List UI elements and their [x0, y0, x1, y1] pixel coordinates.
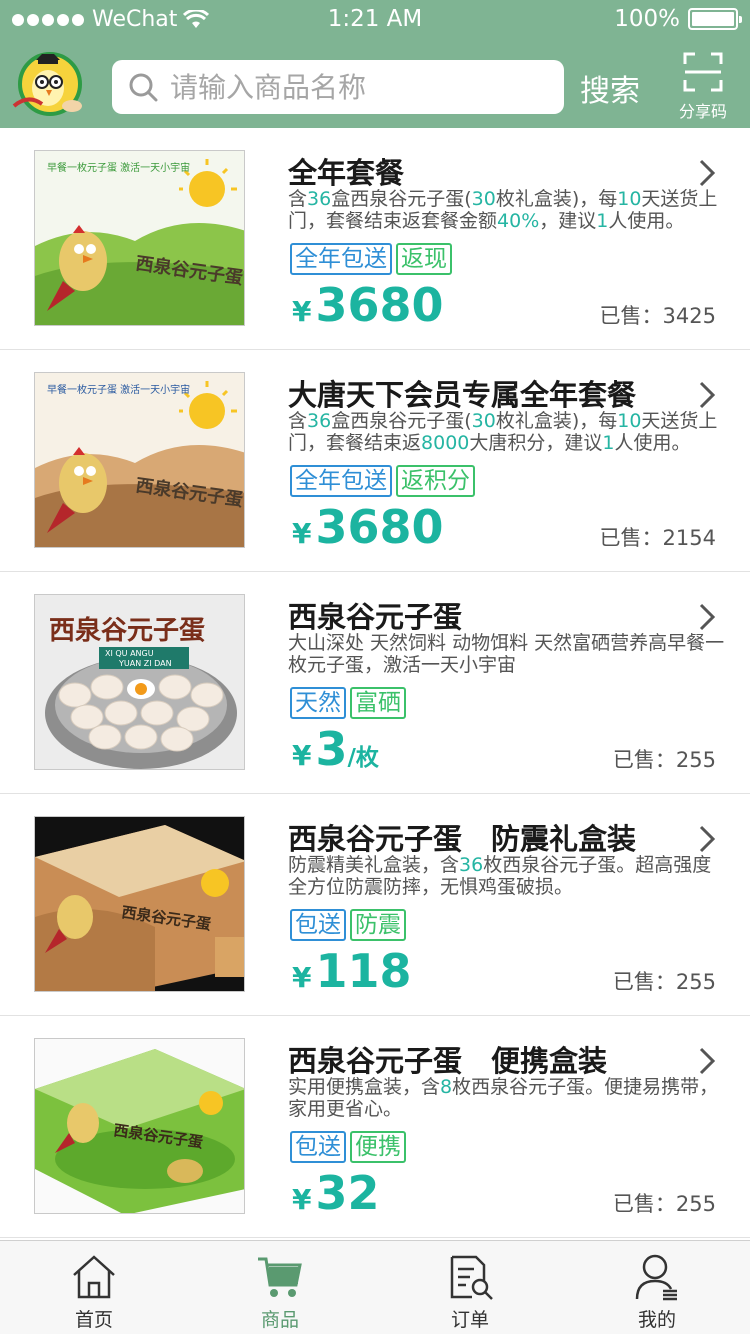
product-tags: 包送 防震	[290, 909, 406, 941]
product-tags: 全年包送 返现	[290, 243, 452, 275]
scan-icon	[683, 52, 723, 92]
package-pinyin-text: YUAN ZI DAN	[118, 659, 172, 668]
sold-count: 已售：3425	[599, 304, 716, 328]
product-tags: 包送 便携	[290, 1131, 406, 1163]
battery-indicator: 100%	[614, 6, 742, 32]
egg-package-image: 西泉谷元子蛋 早餐一枚元子蛋 激活一天小宇宙	[35, 151, 244, 325]
tag-badge: 富硒	[350, 687, 406, 719]
tag-badge: 便携	[350, 1131, 406, 1163]
chevron-right-icon[interactable]	[697, 158, 717, 188]
product-title[interactable]: 全年套餐	[288, 150, 404, 192]
tag-badge: 全年包送	[290, 465, 392, 497]
package-brand-text: 西泉谷元子蛋	[49, 615, 205, 646]
tab-label: 订单	[450, 1309, 489, 1331]
product-price: ¥3/枚	[292, 722, 379, 776]
list-item[interactable]: 西泉谷元子蛋 早餐一枚元子蛋 激活一天小宇宙 大唐天下会员专属全年套餐 含36盒…	[0, 350, 750, 572]
search-bar[interactable]	[112, 60, 564, 114]
product-price: ¥118	[292, 944, 412, 998]
list-item[interactable]: 西泉谷元子蛋 西泉谷元子蛋 防震礼盒装 防震精美礼盒装，含36枚西泉谷元子蛋。超…	[0, 794, 750, 1016]
product-thumbnail[interactable]: 西泉谷元子蛋	[34, 816, 245, 992]
tag-badge: 返积分	[396, 465, 475, 497]
list-item[interactable]: 西泉谷元子蛋 早餐一枚元子蛋 激活一天小宇宙 全年套餐 含36盒西泉谷元子蛋(3…	[0, 128, 750, 350]
chevron-right-icon[interactable]	[697, 380, 717, 410]
tag-badge: 包送	[290, 1131, 346, 1163]
portable-box-image: 西泉谷元子蛋	[35, 1039, 244, 1213]
sold-count: 已售：255	[612, 748, 716, 772]
brand-logo-icon[interactable]	[8, 48, 88, 118]
tag-badge: 防震	[350, 909, 406, 941]
user-icon	[635, 1254, 677, 1301]
product-title[interactable]: 西泉谷元子蛋 防震礼盒装	[288, 816, 636, 858]
product-tags: 全年包送 返积分	[290, 465, 475, 497]
product-title[interactable]: 西泉谷元子蛋 便携盒装	[288, 1038, 607, 1080]
chevron-right-icon[interactable]	[697, 1046, 717, 1076]
home-icon	[73, 1255, 115, 1299]
package-slogan-text: 早餐一枚元子蛋 激活一天小宇宙	[47, 161, 190, 174]
tab-label: 我的	[637, 1309, 676, 1331]
tab-label: 商品	[260, 1309, 299, 1331]
egg-basket-image: 西泉谷元子蛋 XI QU ANGU YUAN ZI DAN	[35, 595, 244, 769]
list-item[interactable]: 西泉谷元子蛋 西泉谷元子蛋 便携盒装 实用便携盒装，含8枚西泉谷元子蛋。便捷易携…	[0, 1016, 750, 1238]
search-button[interactable]: 搜索	[580, 66, 640, 110]
gift-box-image: 西泉谷元子蛋	[35, 817, 244, 991]
product-price: ¥3680	[292, 500, 444, 554]
tab-me[interactable]: 我的	[597, 1241, 717, 1334]
tag-badge: 返现	[396, 243, 452, 275]
tag-badge: 包送	[290, 909, 346, 941]
product-price: ¥32	[292, 1166, 380, 1220]
tab-label: 首页	[74, 1309, 113, 1331]
product-thumbnail[interactable]: 西泉谷元子蛋 早餐一枚元子蛋 激活一天小宇宙	[34, 150, 245, 326]
sold-count: 已售：255	[612, 1192, 716, 1216]
battery-percent: 100%	[614, 6, 680, 32]
tab-home[interactable]: 首页	[34, 1241, 154, 1334]
product-description: 含36盒西泉谷元子蛋(30枚礼盒装)，每10天送货上门，套餐结束返8000大唐积…	[288, 410, 718, 454]
share-code-label: 分享码	[678, 102, 727, 121]
share-code-button[interactable]: 分享码	[670, 48, 736, 121]
product-description: 实用便携盒装，含8枚西泉谷元子蛋。便捷易携带，家用更省心。	[288, 1076, 719, 1120]
tab-products[interactable]: 商品	[220, 1241, 340, 1334]
battery-icon	[688, 8, 742, 30]
product-description: 大山深处 天然饲料 动物饵料 天然富硒营养高早餐一枚元子蛋，激活一天小宇宙	[288, 632, 725, 676]
package-pinyin-text: XI QU ANGU	[105, 649, 154, 658]
package-slogan-text: 早餐一枚元子蛋 激活一天小宇宙	[47, 383, 190, 396]
status-bar: WeChat 1:21 AM 100%	[0, 0, 750, 40]
product-thumbnail[interactable]: 西泉谷元子蛋 XI QU ANGU YUAN ZI DAN	[34, 594, 245, 770]
app-header: WeChat 1:21 AM 100% 搜索	[0, 0, 750, 128]
tag-badge: 全年包送	[290, 243, 392, 275]
product-thumbnail[interactable]: 西泉谷元子蛋 早餐一枚元子蛋 激活一天小宇宙	[34, 372, 245, 548]
order-search-icon	[450, 1255, 493, 1300]
sold-count: 已售：255	[612, 970, 716, 994]
product-title[interactable]: 西泉谷元子蛋	[288, 594, 462, 636]
product-price: ¥3680	[292, 278, 444, 332]
search-input[interactable]	[170, 70, 550, 104]
chevron-right-icon[interactable]	[697, 824, 717, 854]
product-list: 西泉谷元子蛋 早餐一枚元子蛋 激活一天小宇宙 全年套餐 含36盒西泉谷元子蛋(3…	[0, 128, 750, 1238]
cart-icon	[258, 1257, 302, 1297]
bottom-tab-bar: 首页 商品 订单 我的	[0, 1240, 750, 1334]
chevron-right-icon[interactable]	[697, 602, 717, 632]
search-icon	[129, 73, 158, 102]
tag-badge: 天然	[290, 687, 346, 719]
tab-orders[interactable]: 订单	[410, 1241, 530, 1334]
product-tags: 天然 富硒	[290, 687, 406, 719]
product-title[interactable]: 大唐天下会员专属全年套餐	[288, 372, 636, 414]
product-thumbnail[interactable]: 西泉谷元子蛋	[34, 1038, 245, 1214]
product-description: 防震精美礼盒装，含36枚西泉谷元子蛋。超高强度全方位防震防摔，无惧鸡蛋破损。	[288, 854, 712, 898]
egg-package-image: 西泉谷元子蛋 早餐一枚元子蛋 激活一天小宇宙	[35, 373, 244, 547]
list-item[interactable]: 西泉谷元子蛋 XI QU ANGU YUAN ZI DAN 西泉谷元子蛋 大山深…	[0, 572, 750, 794]
sold-count: 已售：2154	[599, 526, 716, 550]
product-description: 含36盒西泉谷元子蛋(30枚礼盒装)，每10天送货上门，套餐结束返套餐金额40%…	[288, 188, 718, 232]
